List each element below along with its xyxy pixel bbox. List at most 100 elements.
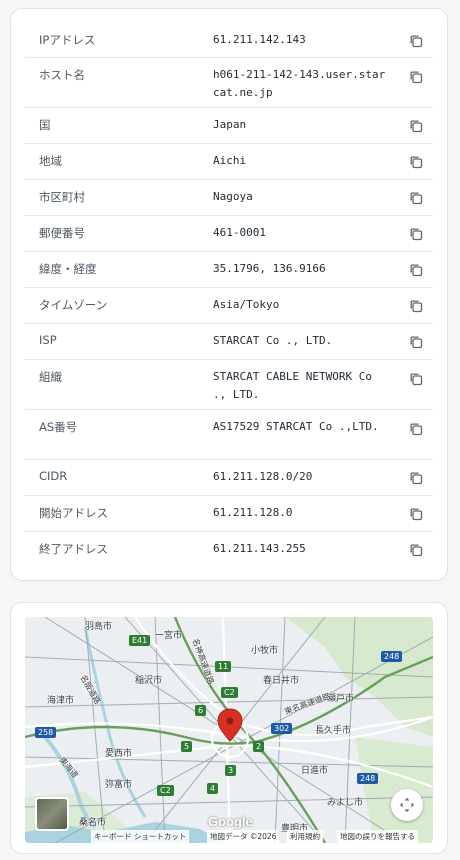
info-row: タイムゾーン Asia/Tokyo bbox=[25, 288, 433, 324]
copy-button[interactable] bbox=[409, 34, 423, 48]
place-hashima: 羽島市 bbox=[85, 622, 113, 632]
copy-icon bbox=[410, 336, 423, 349]
place-seto: 瀬戸市 bbox=[327, 694, 355, 704]
copy-button[interactable] bbox=[409, 263, 423, 277]
road-248-north: 248 bbox=[381, 651, 403, 662]
map-canvas bbox=[25, 617, 433, 843]
map-data-attribution: 地図データ ©2026 bbox=[207, 830, 280, 843]
info-label: 組織 bbox=[39, 370, 62, 384]
info-value: Asia/Tokyo bbox=[213, 298, 280, 311]
info-value: 35.1796, 136.9166 bbox=[213, 262, 326, 275]
info-value: 61.211.143.255 bbox=[213, 542, 306, 555]
copy-icon bbox=[410, 192, 423, 205]
copy-button[interactable] bbox=[409, 70, 423, 84]
ip-info-card: IPアドレス 61.211.142.143 ホスト名 h061-211-142-143… bbox=[10, 8, 448, 581]
place-kasugai: 春日井市 bbox=[263, 676, 300, 686]
road-c2-south: C2 bbox=[157, 785, 174, 796]
info-row: 市区町村 Nagoya bbox=[25, 180, 433, 216]
info-label: AS番号 bbox=[39, 420, 78, 434]
copy-button[interactable] bbox=[409, 372, 423, 386]
info-row: CIDR 61.211.128.0/20 bbox=[25, 460, 433, 496]
copy-icon bbox=[410, 264, 423, 277]
copy-button[interactable] bbox=[409, 507, 423, 521]
info-value: STARCAT CABLE NETWORK Co ., LTD. bbox=[213, 370, 372, 401]
info-value: 61.211.142.143 bbox=[213, 33, 306, 46]
copy-button[interactable] bbox=[409, 543, 423, 557]
info-row: 地域 Aichi bbox=[25, 144, 433, 180]
copy-icon bbox=[410, 120, 423, 133]
road-2: 2 bbox=[253, 741, 265, 752]
place-nagakute: 長久手市 bbox=[315, 726, 352, 736]
place-kaizu: 海津市 bbox=[47, 696, 75, 706]
info-label: 市区町村 bbox=[39, 190, 85, 204]
report-error-link[interactable]: 地図の誤りを報告する bbox=[337, 830, 418, 843]
copy-button[interactable] bbox=[409, 191, 423, 205]
place-yatomi: 弥富市 bbox=[105, 780, 133, 790]
satellite-toggle-button[interactable] bbox=[35, 797, 69, 831]
place-kuwana: 桑名市 bbox=[79, 818, 107, 828]
road-e41: E41 bbox=[129, 635, 151, 646]
road-6: 6 bbox=[195, 705, 207, 716]
info-label: ISP bbox=[39, 333, 57, 347]
info-value: STARCAT Co ., LTD. bbox=[213, 334, 333, 347]
road-302: 302 bbox=[271, 723, 293, 734]
map-card: 羽島市 一宮市 小牧市 稲沢市 春日井市 海津市 瀬戸市 愛西市 長久手市 弥富… bbox=[10, 602, 448, 854]
info-value: 61.211.128.0 bbox=[213, 506, 293, 519]
info-label: ホスト名 bbox=[39, 68, 85, 82]
info-value: AS17529 STARCAT Co .,LTD. bbox=[213, 420, 379, 433]
road-4: 4 bbox=[207, 783, 219, 794]
info-table: IPアドレス 61.211.142.143 ホスト名 h061-211-142-143… bbox=[25, 23, 433, 568]
info-row: 組織 STARCAT CABLE NETWORK Co ., LTD. bbox=[25, 360, 433, 410]
keyboard-shortcuts-link[interactable]: キーボード ショートカット bbox=[91, 830, 190, 843]
copy-icon bbox=[410, 35, 423, 48]
copy-icon bbox=[410, 156, 423, 169]
place-nisshin: 日進市 bbox=[301, 766, 329, 776]
copy-icon bbox=[410, 373, 423, 386]
info-label: 緯度・経度 bbox=[39, 262, 97, 276]
info-value: 61.211.128.0/20 bbox=[213, 470, 313, 483]
info-label: IPアドレス bbox=[39, 33, 96, 47]
info-row: 終了アドレス 61.211.143.255 bbox=[25, 532, 433, 568]
road-c2-north: C2 bbox=[221, 687, 238, 698]
info-row: IPアドレス 61.211.142.143 bbox=[25, 23, 433, 58]
info-row: ホスト名 h061-211-142-143.user.starcat.ne.jp bbox=[25, 58, 433, 108]
place-inazawa: 稲沢市 bbox=[135, 676, 163, 686]
location-map[interactable]: 羽島市 一宮市 小牧市 稲沢市 春日井市 海津市 瀬戸市 愛西市 長久手市 弥富… bbox=[25, 617, 433, 843]
road-5: 5 bbox=[181, 741, 193, 752]
road-258: 258 bbox=[35, 727, 57, 738]
copy-icon bbox=[410, 71, 423, 84]
road-11: 11 bbox=[215, 661, 232, 672]
info-label: 終了アドレス bbox=[39, 542, 108, 556]
fullscreen-button[interactable] bbox=[391, 789, 423, 821]
info-row: AS番号 AS17529 STARCAT Co .,LTD. bbox=[25, 410, 433, 460]
copy-button[interactable] bbox=[409, 227, 423, 241]
info-value: h061-211-142-143.user.starcat.ne.jp bbox=[213, 68, 386, 99]
copy-icon bbox=[410, 508, 423, 521]
copy-icon bbox=[410, 423, 423, 436]
copy-button[interactable] bbox=[409, 471, 423, 485]
info-row: 緯度・経度 35.1796, 136.9166 bbox=[25, 252, 433, 288]
google-logo: Google bbox=[208, 814, 253, 829]
info-row: 国 Japan bbox=[25, 108, 433, 144]
place-ichinomiya: 一宮市 bbox=[155, 631, 183, 641]
info-label: CIDR bbox=[39, 469, 68, 483]
terms-link[interactable]: 利用規約 bbox=[287, 830, 323, 843]
info-row: 郵便番号 461-0001 bbox=[25, 216, 433, 252]
info-label: 開始アドレス bbox=[39, 506, 108, 520]
copy-button[interactable] bbox=[409, 335, 423, 349]
road-3: 3 bbox=[225, 765, 237, 776]
copy-button[interactable] bbox=[409, 119, 423, 133]
info-value: Aichi bbox=[213, 154, 247, 167]
info-value: 461-0001 bbox=[213, 226, 266, 239]
info-label: 郵便番号 bbox=[39, 226, 85, 240]
copy-button[interactable] bbox=[409, 299, 423, 313]
info-value: Nagoya bbox=[213, 190, 253, 203]
copy-icon bbox=[410, 228, 423, 241]
fullscreen-icon bbox=[400, 798, 414, 812]
copy-icon bbox=[410, 544, 423, 557]
place-komaki: 小牧市 bbox=[251, 646, 279, 656]
copy-button[interactable] bbox=[409, 155, 423, 169]
copy-button[interactable] bbox=[409, 422, 423, 436]
copy-icon bbox=[410, 300, 423, 313]
info-row: ISP STARCAT Co ., LTD. bbox=[25, 324, 433, 360]
